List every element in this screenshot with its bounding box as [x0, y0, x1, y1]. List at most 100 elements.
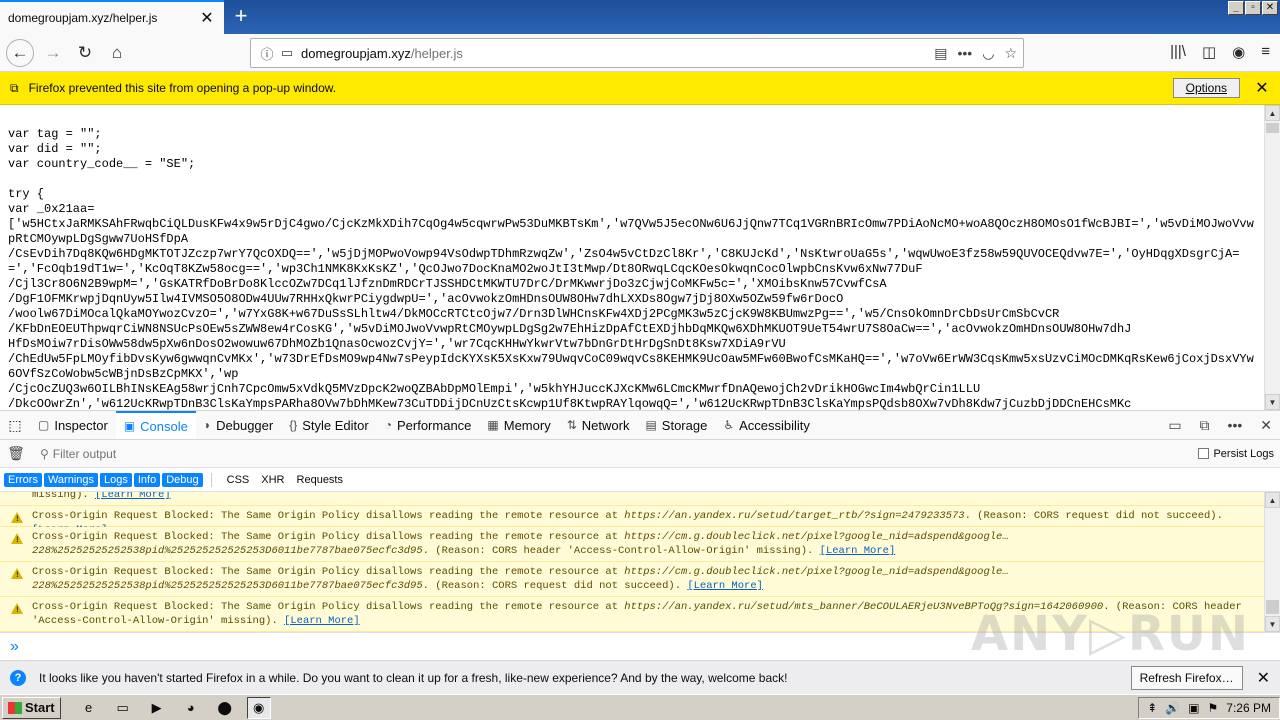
console-filter-bar: 🗑 ⚲ Filter output Persist Logs — [0, 440, 1280, 468]
library-icon[interactable]: |||\ — [1170, 43, 1186, 61]
learn-more-link[interactable]: [Learn More] — [820, 545, 896, 557]
action-center-icon[interactable]: ⚑ — [1208, 701, 1219, 715]
learn-more-link[interactable]: [Learn More] — [284, 615, 360, 627]
tab-memory-label: Memory — [503, 417, 551, 433]
page-actions-icon[interactable]: ••• — [958, 45, 973, 62]
message-reason: . (Reason: CORS request did not succeed)… — [422, 580, 688, 592]
filter-logs-button[interactable]: Logs — [100, 472, 132, 487]
learn-more-link[interactable]: [Learn More] — [95, 492, 171, 501]
volume-icon[interactable]: 🔊 — [1165, 701, 1180, 715]
page-content: var tag = ""; var did = ""; var country_… — [0, 105, 1264, 410]
filter-output-input[interactable]: ⚲ Filter output — [40, 447, 116, 461]
chrome-icon[interactable]: ◕ — [179, 697, 203, 719]
scroll-down-arrow-icon[interactable]: ▼ — [1265, 394, 1280, 410]
url-bar[interactable]: ⓘ ▭ domegroupjam.xyz/helper.js ▤ ••• ◡ ☆ — [250, 38, 1024, 68]
minimize-button[interactable]: _ — [1228, 1, 1244, 15]
element-picker-icon[interactable]: ⬚ — [0, 411, 30, 439]
close-window-button[interactable]: ✕ — [1262, 1, 1278, 15]
filter-divider — [210, 472, 212, 487]
filter-xhr-button[interactable]: XHR — [256, 474, 289, 486]
tab-style-editor[interactable]: {} Style Editor — [281, 411, 377, 439]
network-icon: ⇅ — [566, 418, 577, 432]
filter-debug-button[interactable]: Debug — [162, 472, 203, 487]
start-button[interactable]: Start — [2, 696, 61, 719]
back-button[interactable]: ← — [6, 39, 34, 67]
popup-options-button[interactable]: Options — [1172, 78, 1240, 98]
message-text: missing). — [32, 492, 96, 501]
tab-storage-label: Storage — [661, 417, 708, 433]
system-tray: ⇞ 🔊 ▣ ⚑ 7:26 PM — [1138, 696, 1280, 719]
ie-icon[interactable]: e — [77, 697, 101, 719]
tab-inspector-label: Inspector — [54, 417, 108, 433]
new-tab-button[interactable]: + — [228, 4, 254, 30]
tab-performance[interactable]: ◔ Performance — [377, 411, 480, 439]
filter-errors-button[interactable]: Errors — [4, 472, 42, 487]
tab-debugger-label: Debugger — [216, 417, 274, 433]
persist-logs-box[interactable] — [1198, 448, 1210, 459]
console-scroll-down-icon[interactable]: ▼ — [1265, 616, 1280, 632]
media-player-icon[interactable]: ▶ — [145, 697, 169, 719]
firefox-taskbar-icon[interactable]: ◉ — [246, 696, 271, 719]
split-console-icon[interactable]: ▭ — [1168, 417, 1181, 434]
storage-icon: ▤ — [645, 418, 657, 432]
notification-close-icon[interactable]: ✕ — [1257, 668, 1270, 688]
scroll-up-arrow-icon[interactable]: ▲ — [1265, 105, 1280, 121]
console-scrollbar[interactable]: ▲ ▼ — [1264, 492, 1280, 632]
start-label: Start — [25, 700, 55, 715]
tab-memory[interactable]: ▦ Memory — [479, 411, 558, 439]
tab-console[interactable]: ▣ Console — [115, 411, 196, 439]
clock[interactable]: 7:26 PM — [1226, 701, 1271, 715]
filter-warnings-button[interactable]: Warnings — [43, 472, 99, 487]
persist-logs-checkbox[interactable]: Persist Logs — [1198, 448, 1274, 460]
dock-options-icon[interactable]: ⧉ — [1200, 417, 1210, 434]
account-icon[interactable]: ◉ — [1232, 43, 1245, 61]
reload-button[interactable]: ↻ — [71, 39, 99, 67]
tab-network[interactable]: ⇅ Network — [559, 411, 638, 439]
tab-performance-label: Performance — [396, 417, 472, 433]
console-message: Cross-Origin Request Blocked: The Same O… — [0, 527, 1264, 562]
tab-network-label: Network — [581, 417, 630, 433]
devtools-menu-icon[interactable]: ••• — [1228, 417, 1243, 433]
tab-bar: domegroupjam.xyz/helper.js ✕ + _ ▫ ✕ — [0, 0, 1280, 34]
menu-icon[interactable]: ≡ — [1261, 43, 1270, 61]
devtools-close-icon[interactable]: ✕ — [1260, 417, 1272, 434]
console-scroll-thumb[interactable] — [1266, 600, 1279, 614]
popup-blocked-bar: ⧉ Firefox prevented this site from openi… — [0, 72, 1280, 105]
pocket-icon[interactable]: ◡ — [982, 45, 994, 62]
message-url[interactable]: https://an.yandex.ru/setud/target_rtb/?s… — [624, 510, 964, 522]
site-info-icon[interactable]: ⓘ — [257, 44, 277, 63]
popup-close-icon[interactable]: ✕ — [1254, 78, 1270, 98]
forward-button[interactable]: → — [39, 39, 67, 67]
reader-view-icon[interactable]: ▤ — [934, 45, 947, 62]
anyrun-watermark: ANY▷RUN — [970, 606, 1250, 662]
learn-more-link[interactable]: [Learn More] — [687, 580, 763, 592]
nav-bar: ← → ↻ ⌂ ⓘ ▭ domegroupjam.xyz/helper.js ▤… — [0, 34, 1280, 72]
warning-icon — [11, 533, 23, 548]
tab-storage[interactable]: ▤ Storage — [637, 411, 715, 439]
home-button[interactable]: ⌂ — [103, 39, 131, 67]
tab-close-icon[interactable]: ✕ — [198, 8, 216, 28]
console-scroll-up-icon[interactable]: ▲ — [1265, 492, 1280, 508]
console-message: missing). [Learn More] — [0, 492, 1264, 506]
tray-expand-icon[interactable]: ⇞ — [1147, 701, 1157, 715]
tab-active[interactable]: domegroupjam.xyz/helper.js ✕ — [0, 0, 224, 34]
tab-inspector[interactable]: ▢ Inspector — [30, 411, 116, 439]
sidebar-icon[interactable]: ◫ — [1202, 43, 1216, 61]
filter-info-button[interactable]: Info — [133, 472, 161, 487]
scroll-thumb[interactable] — [1266, 123, 1279, 133]
tab-accessibility[interactable]: ♿ Accessibility — [715, 411, 818, 439]
filter-requests-button[interactable]: Requests — [292, 474, 348, 486]
opera-icon[interactable]: ⬤ — [213, 697, 237, 719]
network-tray-icon[interactable]: ▣ — [1188, 701, 1199, 715]
explorer-icon[interactable]: ▭ — [111, 697, 135, 719]
content-scrollbar[interactable]: ▲ ▼ — [1264, 105, 1280, 410]
tab-debugger[interactable]: ◗ Debugger — [196, 411, 281, 439]
bookmark-star-icon[interactable]: ☆ — [1004, 45, 1017, 62]
maximize-button[interactable]: ▫ — [1245, 1, 1261, 15]
filter-placeholder: Filter output — [52, 446, 117, 461]
clear-console-icon[interactable]: 🗑 — [0, 445, 32, 462]
refresh-firefox-button[interactable]: Refresh Firefox… — [1130, 665, 1243, 690]
notification-message: It looks like you haven't started Firefo… — [39, 670, 788, 685]
message-text: Cross-Origin Request Blocked: The Same O… — [32, 510, 625, 522]
filter-css-button[interactable]: CSS — [222, 474, 255, 486]
